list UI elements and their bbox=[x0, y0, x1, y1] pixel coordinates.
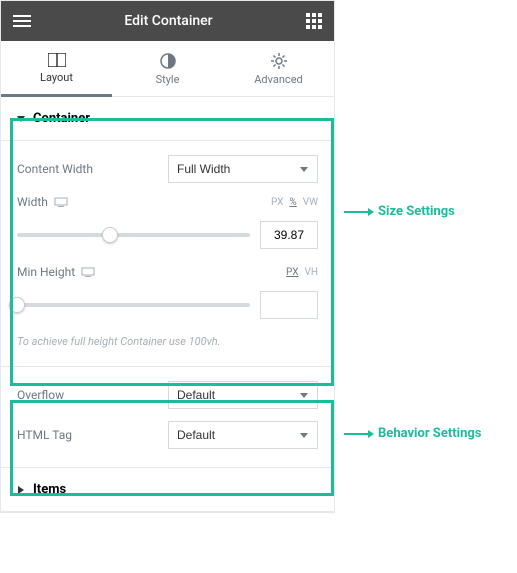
slider-thumb[interactable] bbox=[9, 297, 25, 313]
layout-icon bbox=[1, 53, 112, 67]
min-height-input[interactable] bbox=[260, 291, 318, 319]
edit-panel: Edit Container Layout Style Advanced Con… bbox=[0, 0, 335, 513]
arrow-icon bbox=[344, 433, 372, 435]
apps-icon[interactable] bbox=[306, 13, 322, 29]
annotation-size: Size Settings bbox=[344, 204, 455, 219]
width-slider[interactable] bbox=[17, 233, 250, 237]
tabs: Layout Style Advanced bbox=[1, 41, 334, 97]
annotation-behavior: Behavior Settings bbox=[344, 426, 481, 441]
tab-label: Style bbox=[112, 73, 223, 86]
width-units: PX % VW bbox=[271, 197, 318, 208]
tab-label: Advanced bbox=[223, 73, 334, 86]
section-behavior-body: Overflow Default HTML Tag Default bbox=[1, 366, 334, 467]
unit-vh[interactable]: VH bbox=[304, 267, 318, 278]
min-height-units: PX VH bbox=[286, 267, 318, 278]
tab-label: Layout bbox=[1, 71, 112, 84]
panel-title: Edit Container bbox=[31, 13, 306, 29]
overflow-select[interactable]: Default bbox=[168, 381, 318, 409]
unit-percent[interactable]: % bbox=[289, 197, 296, 208]
unit-vw[interactable]: VW bbox=[303, 197, 318, 208]
section-container-header[interactable]: Container bbox=[1, 97, 334, 141]
html-tag-select[interactable]: Default bbox=[168, 421, 318, 449]
unit-px[interactable]: PX bbox=[286, 267, 298, 278]
tab-style[interactable]: Style bbox=[112, 41, 223, 97]
device-icon[interactable] bbox=[81, 267, 95, 277]
panel-header: Edit Container bbox=[1, 1, 334, 41]
content-width-select[interactable]: Full Width bbox=[168, 155, 318, 183]
min-height-label: Min Height bbox=[17, 265, 95, 279]
device-icon[interactable] bbox=[54, 197, 68, 207]
html-tag-label: HTML Tag bbox=[17, 428, 72, 442]
tab-layout[interactable]: Layout bbox=[1, 41, 112, 97]
overflow-label: Overflow bbox=[17, 388, 64, 402]
gear-icon bbox=[223, 53, 334, 69]
min-height-slider[interactable] bbox=[17, 303, 250, 307]
caret-down-icon bbox=[17, 115, 25, 123]
caret-right-icon bbox=[17, 486, 25, 494]
section-container-body: Content Width Full Width Width PX % VW bbox=[1, 141, 334, 366]
min-height-hint: To achieve full height Container use 100… bbox=[17, 335, 318, 348]
slider-thumb[interactable] bbox=[102, 227, 118, 243]
content-width-label: Content Width bbox=[17, 162, 93, 176]
arrow-icon bbox=[344, 211, 372, 213]
unit-px[interactable]: PX bbox=[271, 197, 283, 208]
style-icon bbox=[112, 53, 223, 69]
section-items-header[interactable]: Items bbox=[1, 467, 334, 512]
menu-icon[interactable] bbox=[13, 15, 31, 27]
section-title: Items bbox=[33, 482, 66, 497]
width-input[interactable] bbox=[260, 221, 318, 249]
section-title: Container bbox=[33, 111, 90, 126]
width-label: Width bbox=[17, 195, 68, 209]
tab-advanced[interactable]: Advanced bbox=[223, 41, 334, 97]
